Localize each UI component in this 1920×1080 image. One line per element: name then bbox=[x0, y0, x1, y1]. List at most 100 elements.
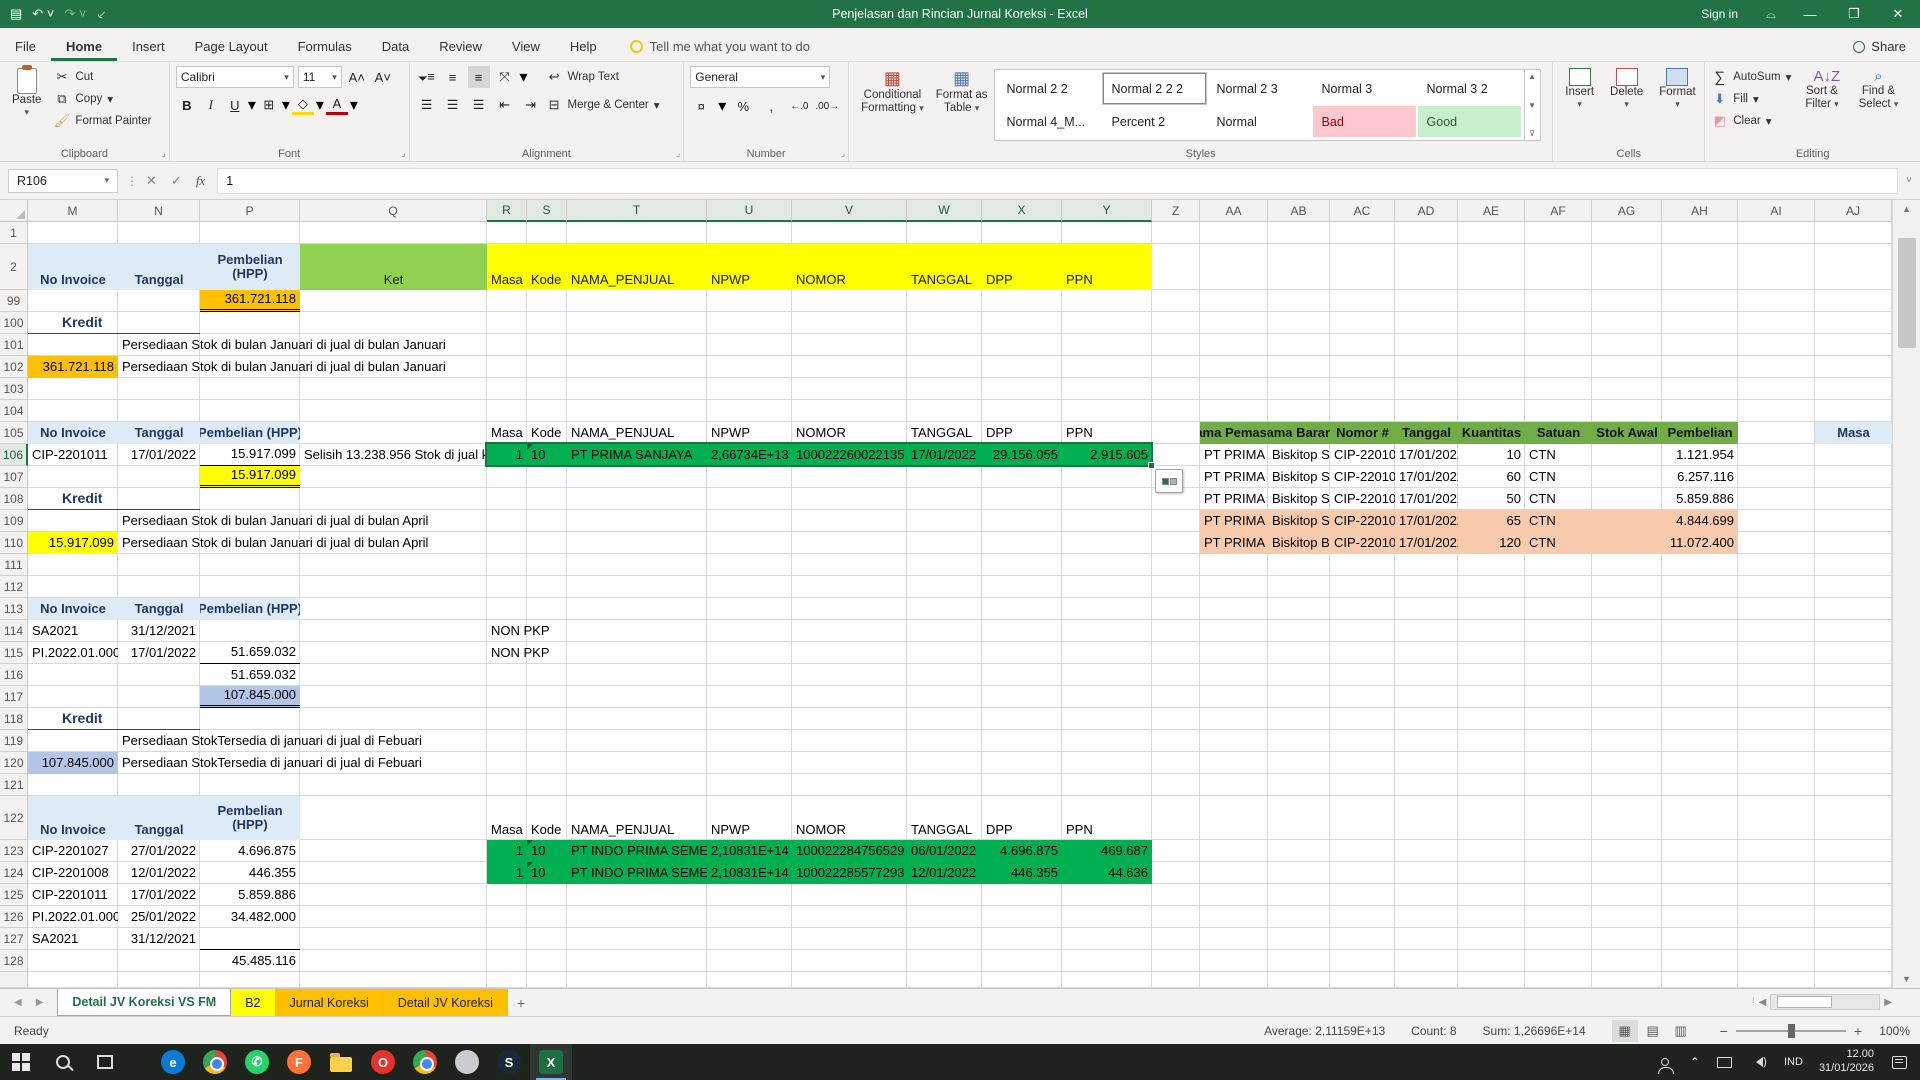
row-header-2[interactable]: 2 bbox=[0, 244, 28, 290]
cell-N119[interactable]: Persediaan StokTersedia di januari di ju… bbox=[118, 730, 487, 752]
column-header-X[interactable]: X bbox=[982, 200, 1062, 222]
cell-U2[interactable]: NPWP bbox=[707, 244, 792, 290]
row-header-107[interactable]: 107 bbox=[0, 466, 28, 488]
cell-X2[interactable]: DPP bbox=[982, 244, 1062, 290]
number-format-combo[interactable]: General▾ bbox=[690, 66, 830, 88]
cell-N110[interactable]: Persediaan Stok di bulan Januari di jual… bbox=[118, 532, 487, 554]
cell-AC105[interactable]: Nomor # bbox=[1330, 422, 1395, 444]
minimize-button[interactable]: — bbox=[1788, 0, 1832, 28]
select-all-corner[interactable] bbox=[0, 200, 28, 222]
row-header-112[interactable]: 112 bbox=[0, 576, 28, 598]
cell-AB109[interactable]: Biskitop Sti bbox=[1268, 510, 1330, 532]
row-header-99[interactable]: 99 bbox=[0, 290, 28, 312]
align-top-icon[interactable]: 🞃≡ bbox=[416, 66, 438, 88]
cell-P125[interactable]: 5.859.886 bbox=[200, 884, 300, 906]
insert-function-icon[interactable]: fx bbox=[196, 173, 205, 189]
column-header-AC[interactable]: AC bbox=[1330, 200, 1395, 222]
cell-V123[interactable]: 100022284756529 bbox=[792, 840, 907, 862]
cell-P115[interactable]: 51.659.032 bbox=[200, 642, 300, 664]
cell-AH109[interactable]: 4.844.699 bbox=[1662, 510, 1738, 532]
decrease-decimal-icon[interactable]: .00→ bbox=[816, 95, 838, 117]
ribbon-tab-insert[interactable]: Insert bbox=[117, 32, 180, 61]
cell-M102[interactable]: 361.721.118 bbox=[28, 356, 118, 378]
cell-Q2[interactable]: Ket bbox=[300, 244, 487, 290]
cell-N2[interactable]: Tanggal bbox=[118, 244, 200, 290]
row-header-125[interactable]: 125 bbox=[0, 884, 28, 906]
enter-icon[interactable]: ✓ bbox=[171, 173, 182, 189]
font-color-icon[interactable]: A bbox=[326, 96, 348, 115]
ribbon-tab-file[interactable]: File bbox=[0, 32, 51, 61]
grey-app-icon[interactable] bbox=[446, 1044, 488, 1080]
zoom-slider[interactable] bbox=[1736, 1030, 1846, 1032]
comma-style-icon[interactable]: , bbox=[760, 95, 782, 117]
h-scroll-thumb[interactable] bbox=[1777, 996, 1832, 1008]
cell-T105[interactable]: NAMA_PENJUAL bbox=[567, 422, 707, 444]
ribbon-tab-home[interactable]: Home bbox=[51, 32, 117, 61]
gallery-up-icon[interactable]: ▲ bbox=[1528, 72, 1536, 81]
row-header-120[interactable]: 120 bbox=[0, 752, 28, 774]
zoom-in-button[interactable]: + bbox=[1854, 1023, 1862, 1039]
new-sheet-button[interactable]: + bbox=[508, 989, 534, 1016]
row-header-106[interactable]: 106 bbox=[0, 444, 28, 466]
cell-Y105[interactable]: PPN bbox=[1062, 422, 1152, 444]
cell-Y2[interactable]: PPN bbox=[1062, 244, 1152, 290]
row-header-109[interactable]: 109 bbox=[0, 510, 28, 532]
view-normal-button[interactable]: ▦ bbox=[1612, 1020, 1638, 1042]
bold-button[interactable]: B bbox=[176, 94, 198, 116]
cell-S122[interactable]: Kode bbox=[527, 796, 567, 840]
undo-icon[interactable]: ↶ ˅ bbox=[32, 6, 54, 22]
cell-M127[interactable]: SA2021 bbox=[28, 928, 118, 950]
cell-AF108[interactable]: CTN bbox=[1525, 488, 1592, 510]
align-right-icon[interactable]: ☰ bbox=[468, 94, 490, 116]
number-dialog-launcher-icon[interactable]: ⌟ bbox=[841, 148, 845, 159]
fill-color-icon[interactable]: ◇ bbox=[292, 96, 314, 115]
cell-X106[interactable]: 29.156.055 bbox=[982, 444, 1062, 466]
increase-decimal-icon[interactable]: ←.0 bbox=[788, 95, 810, 117]
delete-cells-button[interactable]: Delete▾ bbox=[1604, 66, 1649, 145]
row-header-next[interactable] bbox=[0, 972, 28, 988]
cell-U124[interactable]: 2,10831E+14 bbox=[707, 862, 792, 884]
column-header-AD[interactable]: AD bbox=[1395, 200, 1458, 222]
cell-R106[interactable]: 1 bbox=[487, 444, 527, 466]
row-header-102[interactable]: 102 bbox=[0, 356, 28, 378]
cell-AC106[interactable]: CIP-22010 bbox=[1330, 444, 1395, 466]
cell-AD109[interactable]: 17/01/2022 bbox=[1395, 510, 1458, 532]
row-header-108[interactable]: 108 bbox=[0, 488, 28, 510]
vertical-scrollbar[interactable]: ▲ ▼ bbox=[1892, 200, 1920, 988]
cell-T106[interactable]: PT PRIMA SANJAYA bbox=[567, 444, 707, 466]
wrap-text-button[interactable]: ↩Wrap Text bbox=[546, 66, 619, 88]
tell-me-box[interactable]: Tell me what you want to do bbox=[630, 39, 810, 61]
cell-M108[interactable]: Kredit bbox=[28, 488, 200, 510]
cell-AA110[interactable]: PT PRIMA bbox=[1200, 532, 1268, 554]
column-header-Z[interactable]: Z bbox=[1152, 200, 1200, 222]
row-header-103[interactable]: 103 bbox=[0, 378, 28, 400]
formula-input[interactable]: 1 bbox=[217, 168, 1898, 194]
underline-button[interactable]: U bbox=[224, 94, 246, 116]
cancel-icon[interactable]: ✕ bbox=[146, 173, 157, 189]
cell-N113[interactable]: Tanggal bbox=[118, 598, 200, 620]
status-count[interactable]: Count: 8 bbox=[1411, 1024, 1456, 1038]
cell-M122[interactable]: No Invoice bbox=[28, 796, 118, 840]
cell-S105[interactable]: Kode bbox=[527, 422, 567, 444]
accounting-format-icon[interactable]: ¤ bbox=[690, 95, 712, 117]
cell-AF106[interactable]: CTN bbox=[1525, 444, 1592, 466]
whatsapp-icon[interactable]: ✆ bbox=[236, 1044, 278, 1080]
sheet-tab-b2[interactable]: B2 bbox=[231, 989, 275, 1016]
row-header-128[interactable]: 128 bbox=[0, 950, 28, 972]
format-painter-button[interactable]: 🖌Format Painter bbox=[53, 110, 151, 132]
ribbon-tab-formulas[interactable]: Formulas bbox=[283, 32, 367, 61]
cell-AB107[interactable]: Biskitop Sa bbox=[1268, 466, 1330, 488]
cell-P128[interactable]: 45.485.116 bbox=[200, 950, 300, 972]
row-header-115[interactable]: 115 bbox=[0, 642, 28, 664]
cell-W2[interactable]: TANGGAL bbox=[907, 244, 982, 290]
italic-button[interactable]: I bbox=[200, 94, 222, 116]
zoom-slider-thumb[interactable] bbox=[1788, 1024, 1795, 1038]
font-dialog-launcher-icon[interactable]: ⌟ bbox=[401, 148, 405, 159]
increase-indent-icon[interactable]: ⇥ bbox=[520, 94, 542, 116]
cell-N102[interactable]: Persediaan Stok di bulan Januari di jual… bbox=[118, 356, 487, 378]
cell-T122[interactable]: NAMA_PENJUAL bbox=[567, 796, 707, 840]
cell-P127[interactable] bbox=[200, 928, 300, 950]
cell-AC109[interactable]: CIP-22010 bbox=[1330, 510, 1395, 532]
row-header-111[interactable]: 111 bbox=[0, 554, 28, 576]
cell-AD106[interactable]: 17/01/2022 bbox=[1395, 444, 1458, 466]
